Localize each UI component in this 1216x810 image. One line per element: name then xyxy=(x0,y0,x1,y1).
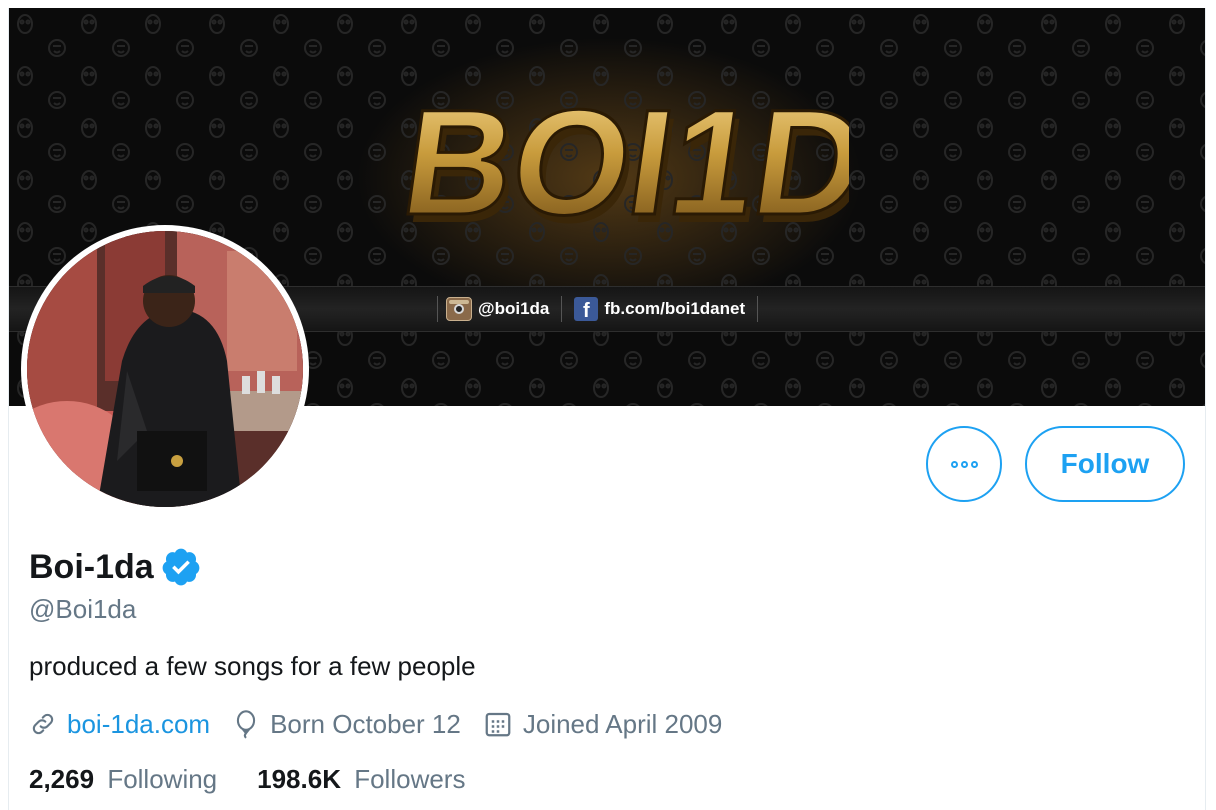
display-name: Boi-1da xyxy=(29,547,154,586)
instagram-icon xyxy=(446,297,472,321)
instagram-handle: @boi1da xyxy=(478,299,550,318)
profile-stats: 2,269 Following 198.6K Followers xyxy=(29,764,505,795)
divider xyxy=(437,296,438,322)
divider xyxy=(757,296,759,322)
facebook-icon: f xyxy=(574,297,599,321)
more-dots-icon xyxy=(950,460,978,468)
birthday-item: Born October 12 xyxy=(232,709,461,740)
followers-stat[interactable]: 198.6K Followers xyxy=(257,764,465,795)
profile-bio: produced a few songs for a few people xyxy=(29,651,476,681)
calendar-icon xyxy=(485,712,511,737)
social-links: @boi1da f fb.com/boi1danet xyxy=(429,295,766,323)
following-label: Following xyxy=(107,764,218,794)
website-link[interactable]: boi-1da.com xyxy=(67,709,210,740)
verified-badge-icon xyxy=(162,548,200,586)
more-options-button[interactable] xyxy=(926,426,1002,502)
website-item[interactable]: boi-1da.com xyxy=(29,709,210,740)
svg-text:BOI1DA: BOI1DA xyxy=(393,79,849,246)
birthday-text: Born October 12 xyxy=(270,708,461,739)
followers-label: Followers xyxy=(354,764,466,794)
facebook-url: fb.com/boi1danet xyxy=(604,299,746,318)
profile-page: BOI1DA BOI1DA @boi1da f fb.com/boi1danet xyxy=(8,8,1206,810)
followers-count: 198.6K xyxy=(257,764,341,794)
boi1da-logo: BOI1DA BOI1DA xyxy=(392,77,849,254)
profile-name-row: Boi-1da xyxy=(29,546,202,588)
joined-item: Joined April 2009 xyxy=(483,709,722,740)
following-stat[interactable]: 2,269 Following xyxy=(29,764,217,795)
follow-button[interactable]: Follow xyxy=(1025,426,1185,502)
link-icon xyxy=(32,713,54,735)
balloon-icon xyxy=(236,710,256,739)
profile-meta: boi-1da.com Born October 12 Joined April… xyxy=(29,704,744,744)
avatar-photo xyxy=(9,231,303,521)
profile-handle: @Boi1da xyxy=(29,594,137,624)
divider xyxy=(561,296,563,322)
avatar[interactable] xyxy=(9,225,309,521)
joined-text: Joined April 2009 xyxy=(522,708,723,739)
following-count: 2,269 xyxy=(29,764,95,794)
